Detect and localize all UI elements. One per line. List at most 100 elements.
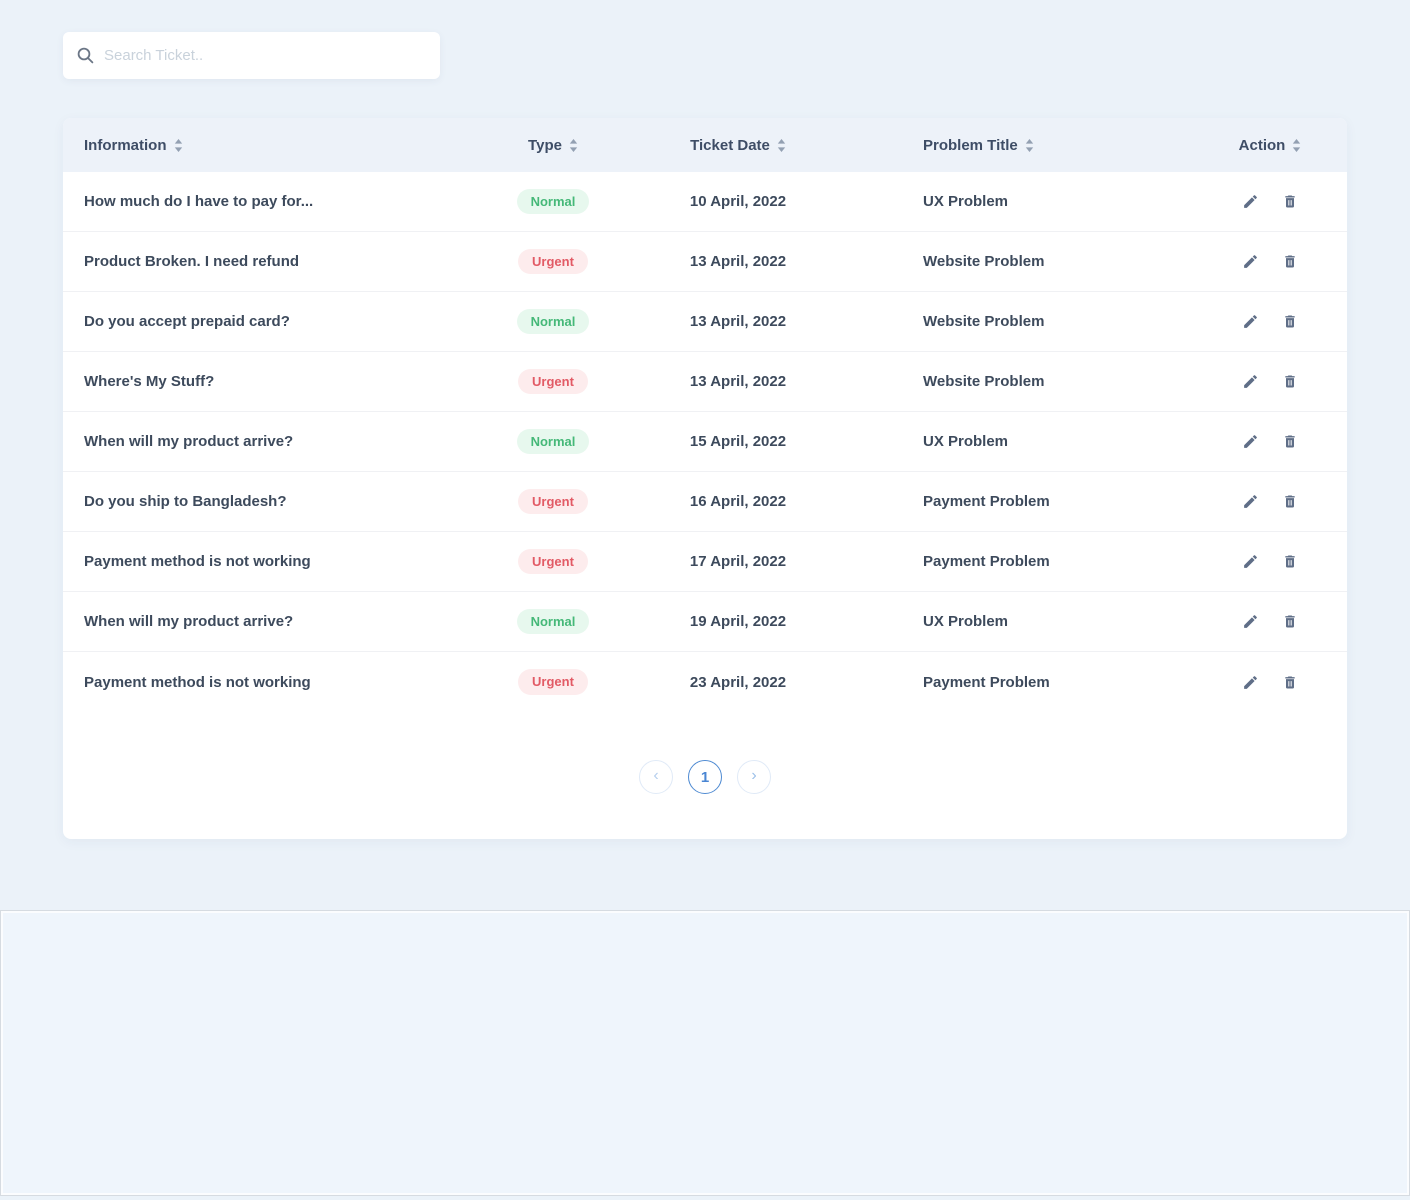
ticket-information: How much do I have to pay for... — [84, 193, 314, 210]
ticket-type-badge: Normal — [516, 428, 590, 455]
pencil-icon — [1243, 435, 1257, 448]
pagination-next-button[interactable]: › — [737, 760, 771, 794]
column-header-label: Action — [1238, 136, 1286, 154]
edit-button[interactable] — [1241, 493, 1259, 511]
ticket-date: 13 April, 2022 — [689, 313, 787, 330]
column-header-ticket-date[interactable]: Ticket Date — [613, 137, 863, 154]
ticket-date: 16 April, 2022 — [689, 493, 787, 510]
edit-button[interactable] — [1241, 673, 1259, 691]
ticket-type-badge: Urgent — [518, 368, 588, 395]
ticket-type-cell: Urgent — [493, 488, 613, 515]
trash-icon — [1285, 375, 1295, 388]
ticket-actions — [1193, 433, 1347, 451]
ticket-type-cell: Urgent — [493, 548, 613, 575]
pencil-icon — [1243, 375, 1257, 388]
column-header-label: Problem Title — [923, 136, 1018, 154]
ticket-type-badge: Urgent — [518, 669, 588, 695]
delete-button[interactable] — [1281, 313, 1299, 331]
delete-button[interactable] — [1281, 673, 1299, 691]
ticket-problem-title: Payment Problem — [923, 673, 1050, 691]
trash-icon — [1285, 315, 1295, 328]
search-input[interactable] — [104, 47, 426, 64]
column-header-action[interactable]: Action — [1193, 137, 1347, 154]
ticket-type-cell: Normal — [493, 308, 613, 335]
column-header-information[interactable]: Information — [63, 137, 493, 154]
ticket-date: 13 April, 2022 — [689, 253, 787, 270]
column-header-label: Ticket Date — [690, 136, 770, 154]
bottom-section — [0, 910, 1410, 1196]
delete-button[interactable] — [1281, 433, 1299, 451]
edit-button[interactable] — [1241, 373, 1259, 391]
ticket-type-cell: Normal — [493, 188, 613, 215]
column-header-problem-title[interactable]: Problem Title — [863, 137, 1193, 154]
ticket-actions — [1193, 673, 1347, 691]
ticket-date: 13 April, 2022 — [689, 373, 787, 390]
ticket-information: Do you ship to Bangladesh? — [84, 493, 287, 510]
ticket-information: Where's My Stuff? — [84, 373, 215, 390]
table-row: When will my product arrive? Normal 15 A… — [63, 412, 1347, 472]
delete-button[interactable] — [1281, 373, 1299, 391]
pencil-icon — [1243, 315, 1257, 328]
ticket-problem-title: UX Problem — [923, 613, 1009, 630]
delete-button[interactable] — [1281, 193, 1299, 211]
ticket-date: 17 April, 2022 — [689, 553, 787, 570]
edit-button[interactable] — [1241, 193, 1259, 211]
sort-icon — [1293, 138, 1301, 152]
ticket-actions — [1193, 193, 1347, 211]
ticket-type-badge: Normal — [516, 608, 590, 635]
ticket-date: 23 April, 2022 — [689, 673, 787, 691]
edit-button[interactable] — [1241, 253, 1259, 271]
ticket-actions — [1193, 613, 1347, 631]
table-row: Where's My Stuff? Urgent 13 April, 2022 … — [63, 352, 1347, 412]
ticket-type-cell: Normal — [493, 608, 613, 635]
ticket-information: Product Broken. I need refund — [84, 253, 300, 270]
edit-button[interactable] — [1241, 433, 1259, 451]
ticket-information: Do you accept prepaid card? — [84, 313, 290, 330]
search-icon — [77, 47, 94, 64]
ticket-actions — [1193, 373, 1347, 391]
table-row: When will my product arrive? Normal 19 A… — [63, 592, 1347, 652]
table-header-row: Information Type Ticket Date Problem Tit… — [63, 118, 1347, 172]
pencil-icon — [1243, 495, 1257, 508]
trash-icon — [1285, 435, 1295, 448]
trash-icon — [1285, 676, 1295, 688]
ticket-actions — [1193, 493, 1347, 511]
pagination-page-1-button[interactable]: 1 — [688, 760, 722, 794]
pagination: ‹ 1 › — [63, 760, 1347, 794]
ticket-information: When will my product arrive? — [84, 613, 294, 630]
edit-button[interactable] — [1241, 613, 1259, 631]
ticket-information: Payment method is not working — [84, 673, 311, 691]
delete-button[interactable] — [1281, 553, 1299, 571]
table-row: Payment method is not working Urgent 17 … — [63, 532, 1347, 592]
sort-icon — [1025, 138, 1033, 152]
pencil-icon — [1243, 195, 1257, 208]
trash-icon — [1285, 195, 1295, 208]
ticket-actions — [1193, 253, 1347, 271]
ticket-date: 15 April, 2022 — [689, 433, 787, 450]
ticket-type-cell: Urgent — [493, 669, 613, 695]
ticket-type-cell: Urgent — [493, 368, 613, 395]
delete-button[interactable] — [1281, 253, 1299, 271]
ticket-problem-title: UX Problem — [923, 433, 1009, 450]
edit-button[interactable] — [1241, 553, 1259, 571]
sort-icon — [174, 138, 182, 152]
ticket-information: Payment method is not working — [84, 553, 311, 570]
table-body: How much do I have to pay for... Normal … — [63, 172, 1347, 712]
delete-button[interactable] — [1281, 493, 1299, 511]
edit-button[interactable] — [1241, 313, 1259, 331]
ticket-problem-title: Website Problem — [923, 373, 1045, 390]
pencil-icon — [1243, 615, 1257, 628]
ticket-type-badge: Urgent — [518, 488, 588, 515]
ticket-type-cell: Urgent — [493, 248, 613, 275]
column-header-type[interactable]: Type — [493, 137, 613, 154]
pagination-prev-button[interactable]: ‹ — [639, 760, 673, 794]
table-row: Product Broken. I need refund Urgent 13 … — [63, 232, 1347, 292]
delete-button[interactable] — [1281, 613, 1299, 631]
ticket-type-badge: Urgent — [518, 548, 588, 575]
ticket-problem-title: Payment Problem — [923, 553, 1050, 570]
ticket-problem-title: UX Problem — [923, 193, 1009, 210]
pencil-icon — [1243, 675, 1257, 689]
ticket-actions — [1193, 553, 1347, 571]
ticket-type-badge: Normal — [516, 188, 590, 215]
trash-icon — [1285, 555, 1295, 568]
